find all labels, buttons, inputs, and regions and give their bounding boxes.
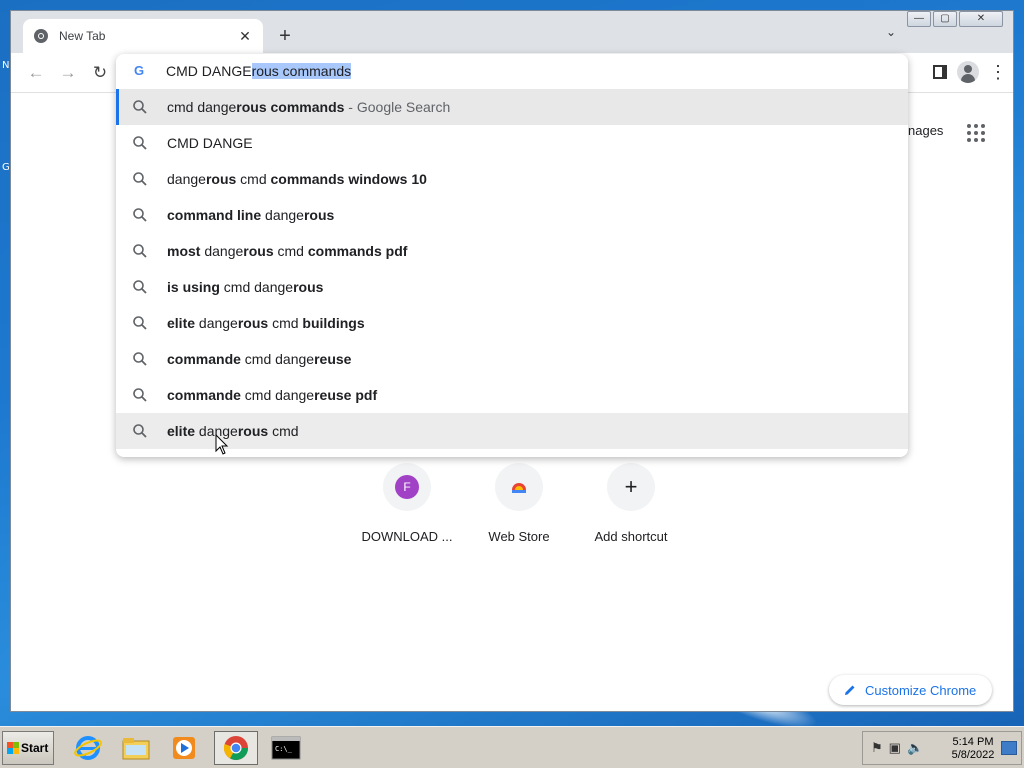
file-explorer-icon[interactable] [114, 731, 158, 765]
window-controls: — ▢ ✕ [907, 11, 1003, 27]
show-desktop-icon[interactable] [1001, 741, 1017, 755]
suggestion-item[interactable]: elite dangerous cmd buildings [116, 305, 908, 341]
tab-new-tab[interactable]: New Tab ✕ [23, 19, 263, 53]
suggestion-text: cmd dangerous commands - Google Search [167, 99, 451, 115]
internet-explorer-icon[interactable] [66, 731, 110, 765]
search-icon [133, 280, 147, 294]
flag-icon[interactable]: ⚑ [871, 740, 883, 756]
google-apps-icon[interactable] [967, 124, 985, 142]
minimize-button[interactable]: — [907, 11, 931, 27]
web-store-icon [512, 483, 526, 493]
profile-avatar-icon[interactable] [957, 61, 979, 83]
pencil-icon [845, 685, 855, 695]
clock-time: 5:14 PM [952, 736, 994, 748]
new-tab-button[interactable]: + [273, 25, 297, 48]
start-button[interactable]: Start [2, 731, 54, 765]
maximize-button[interactable]: ▢ [933, 11, 957, 27]
back-arrow-icon[interactable]: ← [25, 63, 47, 83]
chrome-icon [34, 29, 48, 43]
suggestion-item[interactable]: most dangerous cmd commands pdf [116, 233, 908, 269]
suggestion-text: CMD DANGE [167, 135, 253, 151]
chrome-taskbar-icon[interactable] [214, 731, 258, 765]
shortcut-tile: F [383, 463, 431, 511]
suggestion-text: commande cmd dangereuse pdf [167, 387, 378, 403]
suggestion-item[interactable]: commande cmd dangereuse pdf [116, 377, 908, 413]
media-player-icon[interactable] [162, 731, 206, 765]
search-icon [133, 136, 147, 150]
suggestion-text: most dangerous cmd commands pdf [167, 243, 408, 259]
suggestion-list: cmd dangerous commands - Google Search CM… [116, 89, 908, 449]
shortcut-label: DOWNLOAD ... [361, 529, 453, 544]
forward-arrow-icon[interactable]: → [57, 63, 79, 83]
omnibox-input[interactable]: G CMD DANGErous commands [116, 54, 908, 88]
reload-icon[interactable]: ↻ [89, 63, 111, 83]
shortcut-download[interactable]: F DOWNLOAD ... [351, 463, 463, 544]
network-icon[interactable]: ▣ [889, 740, 901, 756]
customize-chrome-button[interactable]: Customize Chrome [829, 675, 993, 705]
shortcut-web-store[interactable]: Web Store [463, 463, 575, 544]
search-icon [133, 172, 147, 186]
tab-search-chevron-icon[interactable]: ⌄ [886, 25, 896, 39]
tray-icons: ⚑ ▣ 🔈 [863, 740, 923, 756]
suggestion-text: elite dangerous cmd [167, 423, 299, 439]
suggestion-item[interactable]: CMD DANGE [116, 125, 908, 161]
side-panel-icon[interactable] [933, 65, 947, 79]
svg-text:C:\_: C:\_ [275, 745, 293, 753]
suggestion-text: elite dangerous cmd buildings [167, 315, 365, 331]
search-icon [133, 424, 147, 438]
search-icon [133, 316, 147, 330]
suggestion-item[interactable]: command line dangerous [116, 197, 908, 233]
start-label: Start [21, 741, 49, 755]
suggestion-item[interactable]: commande cmd dangereuse [116, 341, 908, 377]
kebab-menu-icon[interactable]: ⋮ [989, 62, 1007, 83]
omnibox-text[interactable]: CMD DANGErous commands [166, 63, 352, 79]
command-prompt-icon[interactable]: C:\_ [264, 731, 308, 765]
search-icon [133, 208, 147, 222]
typed-text: CMD DANGE [166, 63, 252, 79]
suggestion-item[interactable]: is using cmd dangerous [116, 269, 908, 305]
google-g-icon: G [134, 63, 145, 78]
suggestion-item[interactable]: dangerous cmd commands windows 10 [116, 161, 908, 197]
volume-icon[interactable]: 🔈 [907, 740, 923, 756]
tab-strip: New Tab ✕ + ⌄ — ▢ ✕ [11, 11, 1013, 53]
taskbar: Start C:\_ ⚑ ▣ 🔈 5:14 PM 5/8/2022 [0, 726, 1024, 768]
search-icon [133, 388, 147, 402]
desktop-icon-label[interactable]: N [2, 60, 9, 71]
search-icon [133, 100, 147, 114]
search-icon [133, 244, 147, 258]
windows-flag-icon [7, 742, 19, 754]
suggestion-text: command line dangerous [167, 207, 335, 223]
shortcut-label: Add shortcut [594, 529, 668, 544]
suggestion-text: commande cmd dangereuse [167, 351, 352, 367]
tab-title: New Tab [59, 29, 106, 43]
autocomplete-selection: rous commands [251, 63, 352, 79]
omnibox-dropdown: G CMD DANGErous commands cmd dangerous c… [116, 54, 908, 457]
suggestion-suffix: - Google Search [344, 99, 451, 115]
customize-label: Customize Chrome [865, 682, 977, 698]
shortcut-add[interactable]: + Add shortcut [575, 463, 687, 544]
suggestion-text: dangerous cmd commands windows 10 [167, 171, 427, 187]
shortcut-tile: + [607, 463, 655, 511]
system-tray: ⚑ ▣ 🔈 5:14 PM 5/8/2022 [862, 731, 1022, 765]
suggestion-text: is using cmd dangerous [167, 279, 324, 295]
search-icon [133, 352, 147, 366]
shortcut-tile [495, 463, 543, 511]
tab-close-icon[interactable]: ✕ [237, 28, 253, 45]
clock-date: 5/8/2022 [951, 749, 995, 761]
suggestion-item[interactable]: cmd dangerous commands - Google Search [116, 89, 908, 125]
clock[interactable]: 5:14 PM 5/8/2022 [943, 736, 1003, 762]
toolbar-right: ⋮ [933, 61, 1007, 83]
mouse-cursor-icon [215, 434, 229, 455]
close-button[interactable]: ✕ [959, 11, 1003, 27]
suggestion-item[interactable]: elite dangerous cmd [116, 413, 908, 449]
plus-icon: + [624, 474, 638, 499]
images-link[interactable]: nages [908, 123, 943, 138]
shortcuts-row: F DOWNLOAD ... Web Store + Add shortcut [351, 463, 687, 544]
letter-avatar-icon: F [395, 475, 419, 499]
desktop-icon-label[interactable]: G [2, 162, 10, 173]
shortcut-label: Web Store [488, 529, 550, 544]
